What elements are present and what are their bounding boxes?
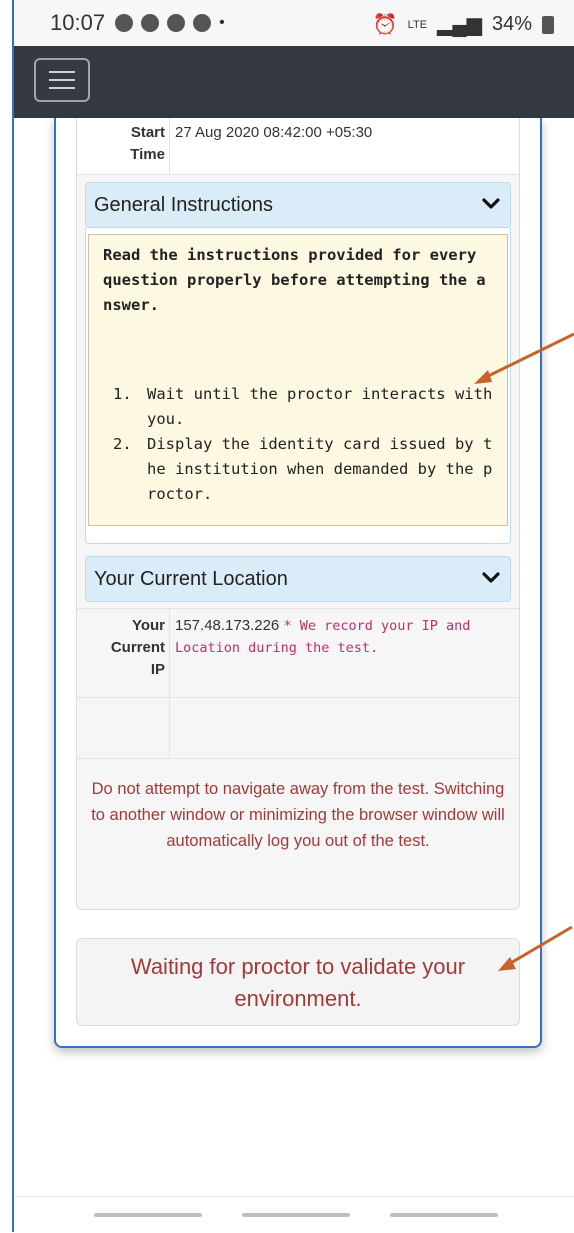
status-bar: 10:07 • ⏰ LTE ▂▄▆ 34% xyxy=(14,0,574,46)
general-instructions-body: Read the instructions provided for every… xyxy=(85,228,511,544)
nav-pill-center[interactable] xyxy=(242,1213,350,1217)
navigation-warning: Do not attempt to navigate away from the… xyxy=(91,780,505,850)
start-time-row: Start Time 27 Aug 2020 08:42:00 +05:30 xyxy=(77,118,519,175)
chevron-down-icon xyxy=(482,572,500,583)
instruction-item: Display the identity card issued by the … xyxy=(141,432,493,507)
alarm-icon: ⏰ xyxy=(372,14,398,36)
status-time: 10:07 xyxy=(50,10,106,35)
empty-row xyxy=(77,696,519,759)
network-type: LTE xyxy=(407,18,428,31)
start-time-value: 27 Aug 2020 08:42:00 +05:30 xyxy=(175,124,373,141)
ip-value-cell: 157.48.173.226 * We record your IP and L… xyxy=(175,615,515,659)
chevron-down-icon xyxy=(482,198,500,209)
nav-pill-right[interactable] xyxy=(390,1213,498,1217)
ip-row: Your Current IP 157.48.173.226 * We reco… xyxy=(77,608,519,698)
instructions-intro: Read the instructions provided for every… xyxy=(103,246,486,314)
start-time-label: Start Time xyxy=(130,124,165,163)
status-right: ⏰ LTE ▂▄▆ 34% xyxy=(373,12,554,37)
instruction-item: Wait until the proctor interacts with yo… xyxy=(141,382,493,432)
waiting-status-box: Waiting for proctor to validate your env… xyxy=(76,938,520,1026)
general-instructions-title: General Instructions xyxy=(94,194,273,216)
signal-icon: ▂▄▆ xyxy=(437,14,482,36)
location-title: Your Current Location xyxy=(94,568,288,590)
jio-icon xyxy=(193,14,212,32)
ip-label: Your Current IP xyxy=(110,617,165,678)
ip-value: 157.48.173.226 xyxy=(175,617,280,634)
hamburger-icon[interactable] xyxy=(34,58,90,102)
message-icon xyxy=(167,14,186,32)
test-details-panel: Start Time 27 Aug 2020 08:42:00 +05:30 G… xyxy=(76,118,520,910)
instructions-text[interactable]: Read the instructions provided for every… xyxy=(88,234,508,526)
chrome-icon xyxy=(115,14,134,32)
notification-icons: • xyxy=(115,14,225,32)
nav-pill-left[interactable] xyxy=(94,1213,202,1217)
location-toggle[interactable]: Your Current Location xyxy=(85,556,511,602)
instructions-list: Wait until the proctor interacts with yo… xyxy=(103,382,493,507)
test-card: Start Time 27 Aug 2020 08:42:00 +05:30 G… xyxy=(54,118,542,1048)
battery-percent: 34% xyxy=(491,13,532,35)
more-dot-icon: • xyxy=(219,14,225,31)
waiting-message: Waiting for proctor to validate your env… xyxy=(130,954,466,1011)
top-navbar xyxy=(14,46,574,118)
general-instructions-toggle[interactable]: General Instructions xyxy=(85,182,511,228)
whatsapp-icon xyxy=(141,14,160,32)
system-nav-bar xyxy=(14,1196,574,1233)
battery-icon xyxy=(542,15,554,34)
